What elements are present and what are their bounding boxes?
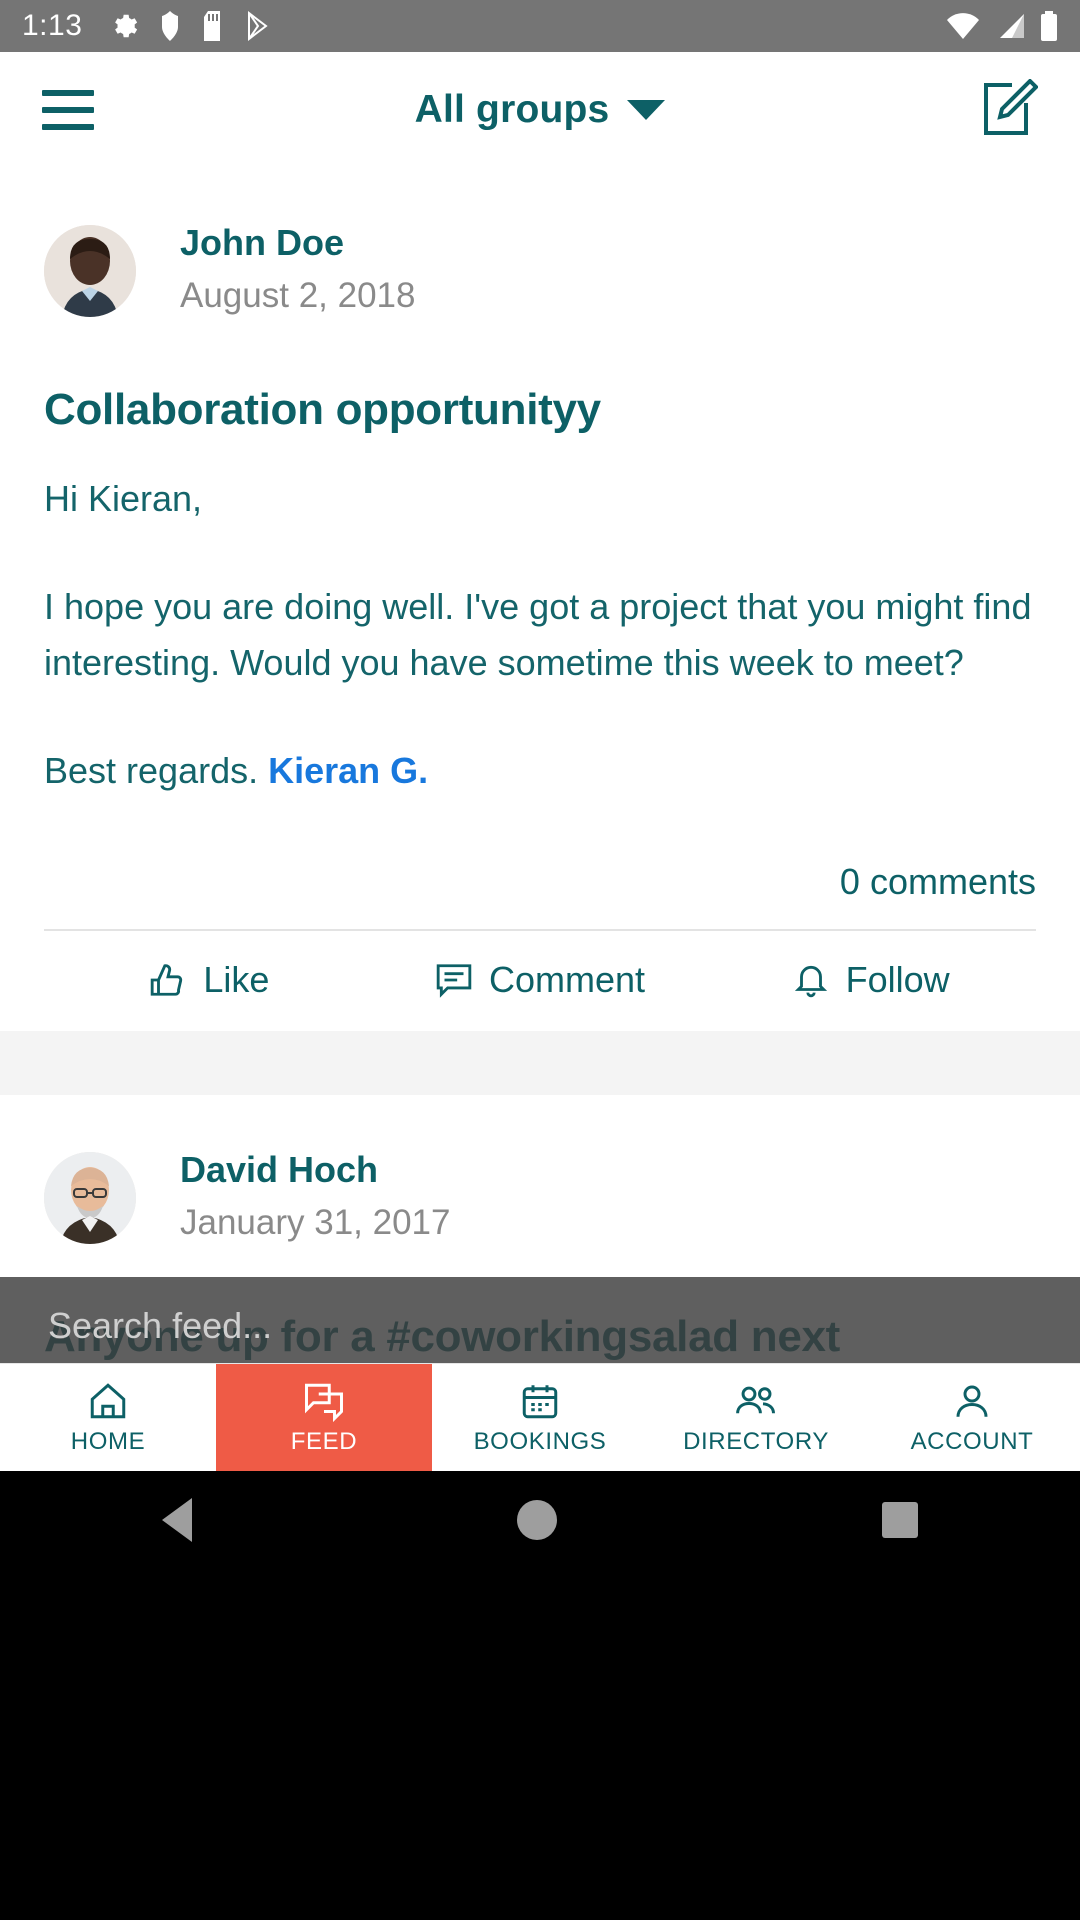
- follow-label: Follow: [845, 959, 950, 1001]
- nav-label-feed: FEED: [290, 1427, 358, 1455]
- nav-item-directory[interactable]: DIRECTORY: [648, 1364, 864, 1471]
- post-meta: David Hoch January 31, 2017: [180, 1147, 450, 1249]
- bell-icon: [794, 966, 827, 998]
- thumbs-up-icon: [151, 964, 183, 996]
- chevron-down-icon[interactable]: [627, 100, 666, 120]
- back-triangle-icon[interactable]: [162, 1498, 193, 1542]
- avatar-image: [44, 1152, 136, 1245]
- battery-icon: [1041, 11, 1057, 41]
- nav-item-account[interactable]: ACCOUNT: [864, 1364, 1080, 1471]
- compose-icon: [984, 77, 1039, 135]
- hamburger-bar: [42, 107, 94, 113]
- search-input[interactable]: Search feed...: [48, 1305, 272, 1347]
- post-paragraph: I hope you are doing well. I've got a pr…: [44, 585, 1032, 683]
- person-icon: [956, 1385, 988, 1417]
- recents-square-icon[interactable]: [881, 1502, 918, 1538]
- avatar-image: [44, 224, 136, 317]
- avatar[interactable]: [44, 224, 136, 317]
- post-actions: Like Comment Follow: [44, 931, 1036, 1031]
- post-signoff: Best regards. Kieran G.: [44, 743, 1036, 799]
- post-title[interactable]: Collaboration opportunityy: [44, 384, 1036, 437]
- android-system-nav: [0, 1471, 1080, 1920]
- follow-button[interactable]: Follow: [705, 959, 1036, 1001]
- post-date: January 31, 2017: [180, 1203, 451, 1243]
- feed-separator: [0, 1031, 1080, 1096]
- play-store-icon: [248, 11, 269, 41]
- hamburger-menu-icon[interactable]: [42, 90, 94, 130]
- post-meta: John Doe August 2, 2018: [180, 220, 415, 322]
- bottom-navigation: HOME FEED BOOKINGS DIRECTORY ACCOUNT: [0, 1363, 1080, 1471]
- nav-label-account: ACCOUNT: [910, 1427, 1034, 1455]
- feed-chat-icon: [305, 1383, 343, 1422]
- page-title[interactable]: All groups: [415, 88, 610, 132]
- settings-gear-icon: [115, 14, 138, 38]
- status-bar: 1:13: [0, 0, 1080, 52]
- status-right-icons: [946, 11, 1058, 41]
- nav-label-directory: DIRECTORY: [683, 1427, 829, 1455]
- hamburger-bar: [42, 90, 94, 96]
- post-author[interactable]: David Hoch: [180, 1147, 450, 1192]
- sd-card-icon: [204, 11, 221, 41]
- home-circle-icon[interactable]: [516, 1500, 557, 1540]
- avatar[interactable]: [44, 1152, 136, 1245]
- post-header: John Doe August 2, 2018: [44, 168, 1036, 322]
- feed-list: John Doe August 2, 2018 Collaboration op…: [0, 168, 1080, 1364]
- nav-item-home[interactable]: HOME: [0, 1364, 216, 1471]
- feed-post: John Doe August 2, 2018 Collaboration op…: [0, 168, 1080, 1032]
- post-body: Hi Kieran, I hope you are doing well. I'…: [44, 471, 1036, 800]
- comment-bubble-icon: [436, 964, 472, 998]
- post-author[interactable]: John Doe: [180, 220, 415, 265]
- people-icon: [736, 1386, 775, 1413]
- wifi-icon: [947, 13, 979, 39]
- search-bar[interactable]: Search feed...: [0, 1277, 1080, 1375]
- group-selector[interactable]: All groups: [0, 88, 1080, 132]
- nav-item-bookings[interactable]: BOOKINGS: [432, 1364, 648, 1471]
- like-label: Like: [203, 959, 270, 1001]
- comment-label: Comment: [488, 959, 646, 1001]
- nav-label-home: HOME: [70, 1427, 146, 1455]
- status-left-icons: [108, 11, 272, 41]
- android-nav-row: [0, 1471, 1080, 1569]
- post-header: David Hoch January 31, 2017: [44, 1095, 1036, 1249]
- app-header: All groups: [0, 52, 1080, 168]
- nav-label-bookings: BOOKINGS: [473, 1427, 607, 1455]
- home-icon: [90, 1382, 126, 1418]
- comment-button[interactable]: Comment: [375, 959, 706, 1001]
- mention-link[interactable]: Kieran G.: [268, 750, 428, 791]
- hamburger-bar: [42, 124, 94, 130]
- cellular-signal-icon: [1000, 14, 1024, 38]
- signoff-text: Best regards.: [44, 750, 269, 792]
- calendar-icon: [522, 1384, 558, 1418]
- compose-button[interactable]: [982, 77, 1039, 142]
- post-greeting: Hi Kieran,: [44, 477, 203, 519]
- like-button[interactable]: Like: [44, 959, 375, 1001]
- post-date: August 2, 2018: [180, 276, 416, 315]
- comment-count[interactable]: 0 comments: [44, 861, 1036, 929]
- nav-item-feed[interactable]: FEED: [216, 1364, 432, 1471]
- shield-icon: [162, 11, 179, 41]
- status-time: 1:13: [22, 9, 83, 42]
